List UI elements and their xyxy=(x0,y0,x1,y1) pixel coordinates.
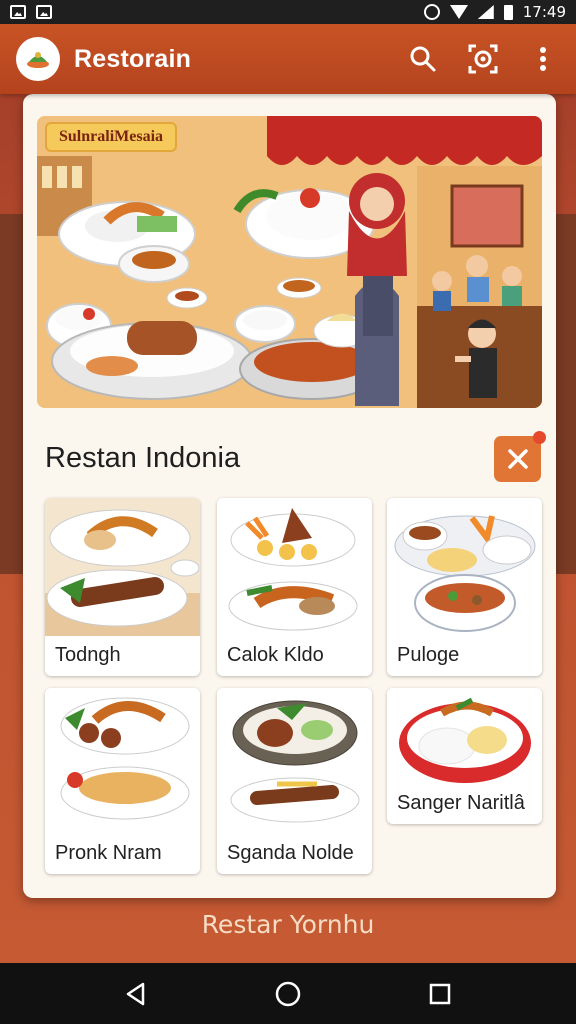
dish-name: Sanger Naritlâ xyxy=(397,792,525,814)
dish-image xyxy=(45,688,200,826)
dish-image xyxy=(387,688,542,786)
back-icon[interactable] xyxy=(116,974,156,1014)
dish-tile[interactable]: Todngh xyxy=(45,498,200,676)
close-button[interactable] xyxy=(494,431,546,482)
dish-tile[interactable]: Pronk Nram xyxy=(45,688,200,874)
more-vert-icon[interactable] xyxy=(526,42,560,76)
recents-icon[interactable] xyxy=(420,974,460,1014)
camera-scan-icon[interactable] xyxy=(466,42,500,76)
notification-dot xyxy=(533,431,546,444)
hero-illustration: SulnraliMesaia xyxy=(37,116,542,408)
dish-name: Calok Kldo xyxy=(227,644,324,666)
app-bar: Restorain xyxy=(0,24,576,94)
photo-icon xyxy=(36,5,52,19)
dish-name: Todngh xyxy=(55,644,121,666)
app-title: Restorain xyxy=(74,44,192,73)
dish-image xyxy=(217,688,372,826)
dish-tile[interactable]: Puloge xyxy=(387,498,542,676)
close-icon xyxy=(507,449,528,469)
background-shelf-left xyxy=(0,214,24,574)
footer-link[interactable]: Restar Yornhu xyxy=(0,910,576,939)
status-time: 17:49 xyxy=(522,3,566,21)
dish-tile[interactable]: Sganda Nolde xyxy=(217,688,372,874)
home-icon[interactable] xyxy=(268,974,308,1014)
search-icon[interactable] xyxy=(406,42,440,76)
system-nav-bar xyxy=(0,963,576,1024)
alarm-icon xyxy=(423,4,440,20)
signal-icon xyxy=(477,5,494,19)
dish-name: Puloge xyxy=(397,644,460,666)
dish-tile[interactable]: Calok Kldo xyxy=(217,498,372,676)
dish-image xyxy=(387,498,542,636)
wifi-icon xyxy=(449,5,468,19)
image-icon xyxy=(10,5,26,19)
hero-badge: SulnraliMesaia xyxy=(45,122,178,152)
section-title: Restan Indonia xyxy=(45,442,241,474)
status-bar: 17:49 xyxy=(0,0,576,24)
dish-name: Sganda Nolde xyxy=(227,842,354,864)
dish-name: Pronk Nram xyxy=(55,842,162,864)
app-logo-icon[interactable] xyxy=(16,37,60,81)
dish-image xyxy=(217,498,372,636)
dish-tile[interactable]: Sanger Naritlâ xyxy=(387,688,542,824)
restaurant-card: SulnraliMesaia Restan Indonia Todngh Cal… xyxy=(23,94,556,898)
dish-image xyxy=(45,498,200,636)
battery-icon xyxy=(503,4,513,20)
